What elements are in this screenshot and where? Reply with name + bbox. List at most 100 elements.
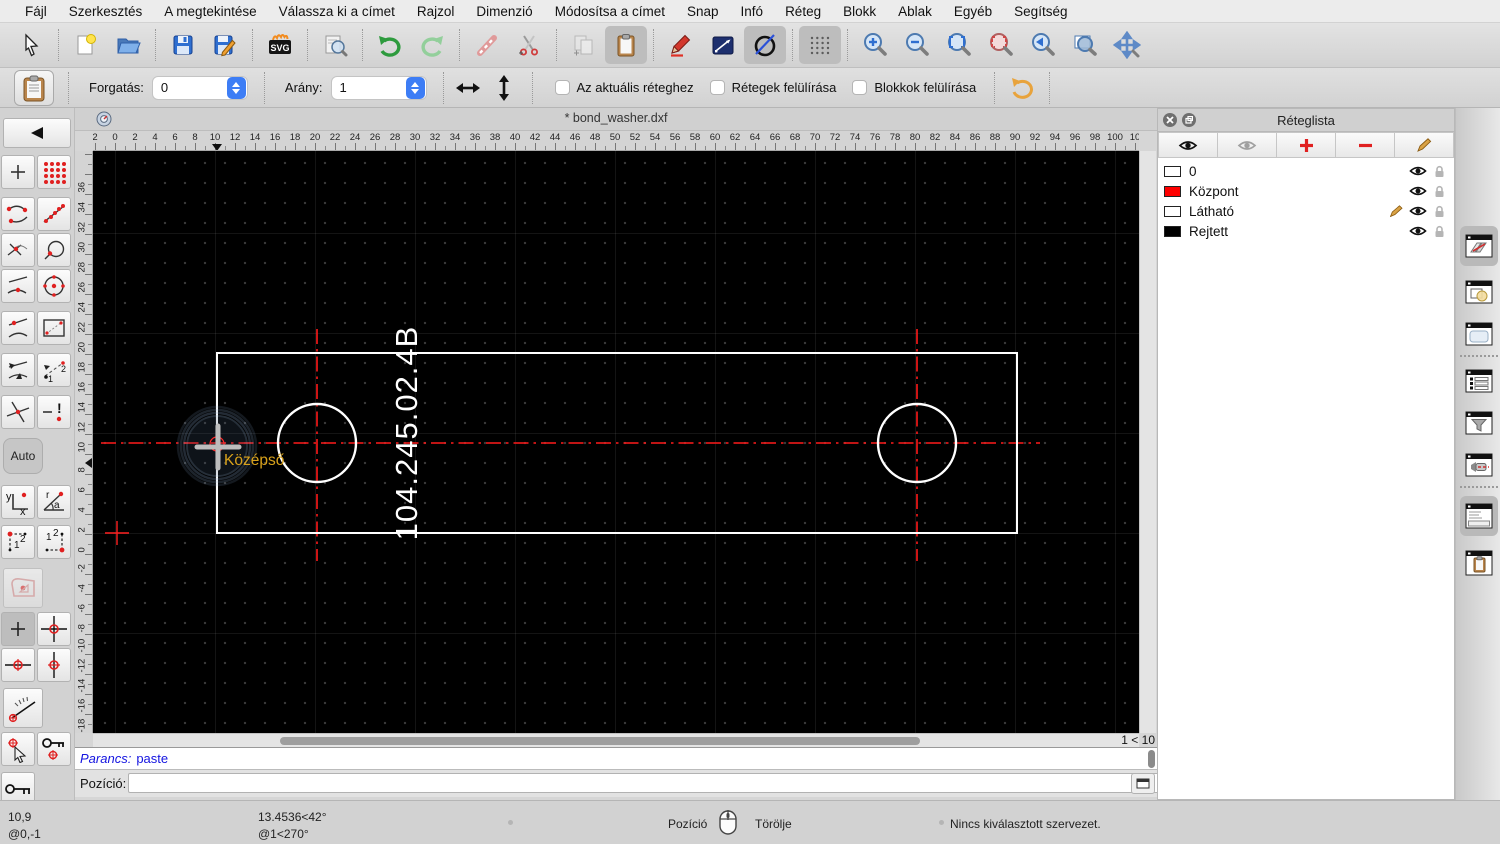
checkbox-override-layers[interactable] [709,80,725,95]
command-scrollbar-thumb[interactable] [1148,750,1155,768]
flip-vertical-button[interactable] [486,69,522,107]
drawing-canvas[interactable]: 104.245.02.4B Középső [93,151,1139,733]
dock-layer-list-button[interactable] [1460,226,1498,266]
restrict-nothing-button[interactable]: ! [37,395,71,429]
zoom-auto-button[interactable] [938,26,980,64]
menu-help[interactable]: Segítség [1003,4,1078,19]
layer-visible-icon[interactable] [1409,185,1427,197]
snap-intersection-button[interactable] [1,233,35,267]
snap-center-button[interactable] [37,269,71,303]
flip-horizontal-button[interactable] [450,69,486,107]
copy-button[interactable] [563,26,605,64]
layer-row-kozpont[interactable]: Központ [1158,181,1454,201]
new-document-button[interactable] [65,26,107,64]
rotation-spinner[interactable]: 0 [151,75,248,100]
pick-coordinate-button[interactable] [1,732,35,766]
coordinate-cartesian-button[interactable]: yx [1,485,35,519]
restrict-directions-button[interactable] [1,353,35,387]
save-as-button[interactable] [204,26,246,64]
position-input[interactable] [128,773,1200,793]
hide-all-layers-button[interactable] [1218,132,1277,158]
command-line[interactable]: Parancs: paste [75,747,1157,770]
reset-toolbar-button[interactable] [1001,69,1043,107]
menu-draw[interactable]: Rajzol [406,4,466,19]
add-layer-button[interactable] [1277,132,1336,158]
zoom-selection-button[interactable] [980,26,1022,64]
layer-panel-header[interactable]: Réteglista [1158,109,1454,132]
zoom-in-button[interactable] [854,26,896,64]
select-tool-button[interactable] [10,26,52,64]
layer-lock-icon[interactable] [1433,185,1446,198]
show-all-layers-button[interactable] [1158,132,1218,158]
snap-on-entity-button[interactable] [37,197,71,231]
cut-button[interactable] [508,26,550,64]
paste-options-button[interactable] [14,69,54,106]
rotation-stepper[interactable] [226,76,246,99]
layer-visible-icon[interactable] [1409,165,1427,177]
checkbox-override-blocks[interactable] [852,80,868,95]
delete-button[interactable] [466,26,508,64]
edit-layer-button[interactable] [1395,132,1454,158]
layer-row-lathato[interactable]: Látható [1158,201,1454,221]
relative-zero-current-button[interactable] [1,612,35,646]
snap-middle-button[interactable] [1,269,35,303]
restrict-horizontal-button[interactable] [1,648,35,682]
snap-point-on-circle-button[interactable] [37,233,71,267]
restrict-vertical-button[interactable] [37,648,71,682]
snap-nearest-button[interactable] [1,311,35,345]
drawing-title-bar[interactable]: * bond_washer.dxf [75,108,1157,131]
menu-snap[interactable]: Snap [676,4,730,19]
paste-button[interactable] [605,26,647,64]
corner-first-second-button[interactable]: 12 [1,525,35,559]
layer-row-0[interactable]: 0 [1158,161,1454,181]
zoom-previous-button[interactable] [1022,26,1064,64]
snap-angle-button[interactable] [3,688,43,728]
canvas-horizontal-scrollbar[interactable] [93,733,1139,747]
save-button[interactable] [162,26,204,64]
coordinate-polar-button[interactable]: ra [37,485,71,519]
part-number-text[interactable]: 104.245.02.4B [389,326,424,541]
scale-spinner[interactable]: 1 [330,75,427,100]
snap-auto-button[interactable]: Auto [3,438,43,474]
menu-info[interactable]: Infó [730,4,775,19]
grid-toggle-button[interactable] [799,26,841,64]
layer-visible-icon[interactable] [1409,205,1427,217]
circle-tool-button[interactable] [744,26,786,64]
select-entity-shape-button[interactable] [3,568,43,608]
snap-distance-button[interactable]: 12 [37,353,71,387]
layer-lock-icon[interactable] [1433,205,1446,218]
checkbox-current-layer[interactable] [554,80,570,95]
menu-window[interactable]: Ablak [887,4,943,19]
dock-entity-list-button[interactable] [1463,366,1495,396]
canvas-vertical-scrollbar[interactable] [1139,151,1156,733]
layer-row-rejtett[interactable]: Rejtett [1158,221,1454,241]
menu-file[interactable]: Fájl [14,4,58,19]
snap-endpoints-button[interactable] [1,197,35,231]
layer-visible-icon[interactable] [1409,225,1427,237]
layer-lock-icon[interactable] [1433,225,1446,238]
corner-second-first-button[interactable]: 12 [37,525,71,559]
remove-layer-button[interactable] [1336,132,1395,158]
dock-command-line-button[interactable] [1460,496,1498,536]
snap-reference-button[interactable] [37,311,71,345]
dock-clipboard-button[interactable] [1463,548,1495,578]
menu-block[interactable]: Blokk [832,4,887,19]
dock-library-browser-button[interactable] [1463,319,1495,349]
draw-pencil-button[interactable] [660,26,702,64]
print-preview-button[interactable] [314,26,356,64]
zoom-window-button[interactable] [1064,26,1106,64]
back-button[interactable] [3,118,71,148]
menu-modify[interactable]: Módosítsa a címet [544,4,676,19]
dock-block-list-button[interactable] [1463,277,1495,307]
redo-button[interactable] [411,26,453,64]
dock-filter-button[interactable] [1463,408,1495,438]
menu-other[interactable]: Egyéb [943,4,1003,19]
lock-relative-zero-button[interactable] [37,732,71,766]
menu-edit[interactable]: Szerkesztés [58,4,154,19]
snap-cross-button[interactable] [1,395,35,429]
menu-view[interactable]: A megtekintése [153,4,267,19]
snap-grid-button[interactable] [37,155,71,189]
undo-button[interactable] [369,26,411,64]
zoom-out-button[interactable] [896,26,938,64]
h-scrollbar-thumb[interactable] [280,737,920,745]
